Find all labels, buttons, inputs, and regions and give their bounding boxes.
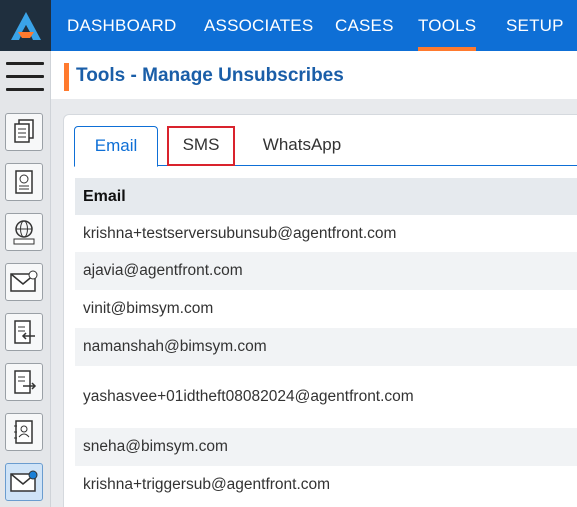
table-row: krishna+testserversubunsub@agentfront.co… [83,224,397,242]
tab-whatsapp[interactable]: WhatsApp [247,126,357,166]
page-header: Tools - Manage Unsubscribes [51,51,577,99]
title-accent-bar [64,63,69,91]
nav-setup[interactable]: SETUP [506,0,564,51]
nav-dashboard[interactable]: DASHBOARD [67,0,177,51]
table-row: yashasvee+01idtheft08082024@agentfront.c… [83,388,414,405]
channel-tabs: Email SMS WhatsApp [74,126,577,167]
import-icon[interactable] [5,313,43,351]
column-header-email[interactable]: Email [75,178,577,215]
table-row: vinit@bimsym.com [83,300,214,317]
top-navigation-bar: DASHBOARD ASSOCIATES CASES TOOLS SETUP [0,0,577,51]
page-title: Tools - Manage Unsubscribes [76,65,344,86]
table-row: ajavia@agentfront.com [75,252,577,290]
table-row: sneha@bimsym.com [75,428,577,466]
contact-book-icon[interactable] [5,413,43,451]
email-icon[interactable] [5,263,43,301]
nav-associates[interactable]: ASSOCIATES [204,0,313,51]
tab-sms[interactable]: SMS [167,126,235,166]
table-row: namanshah@bimsym.com [75,328,577,366]
app-logo-icon[interactable] [0,0,51,51]
web-icon[interactable] [5,213,43,251]
export-icon[interactable] [5,363,43,401]
table-row: krishna+triggersub@agentfront.com [83,476,331,493]
hamburger-menu-icon[interactable] [6,62,44,94]
documents-icon[interactable] [5,113,43,151]
nav-tools[interactable]: TOOLS [418,0,477,51]
unsubscribe-table: Email krishna+testserversubunsub@agentfr… [75,178,577,504]
unsubscribes-panel: Email SMS WhatsApp Email krishna+testser… [63,114,577,507]
email-send-icon[interactable] [5,463,43,501]
nav-cases[interactable]: CASES [335,0,394,51]
tab-email[interactable]: Email [74,126,158,167]
report-icon[interactable] [5,163,43,201]
